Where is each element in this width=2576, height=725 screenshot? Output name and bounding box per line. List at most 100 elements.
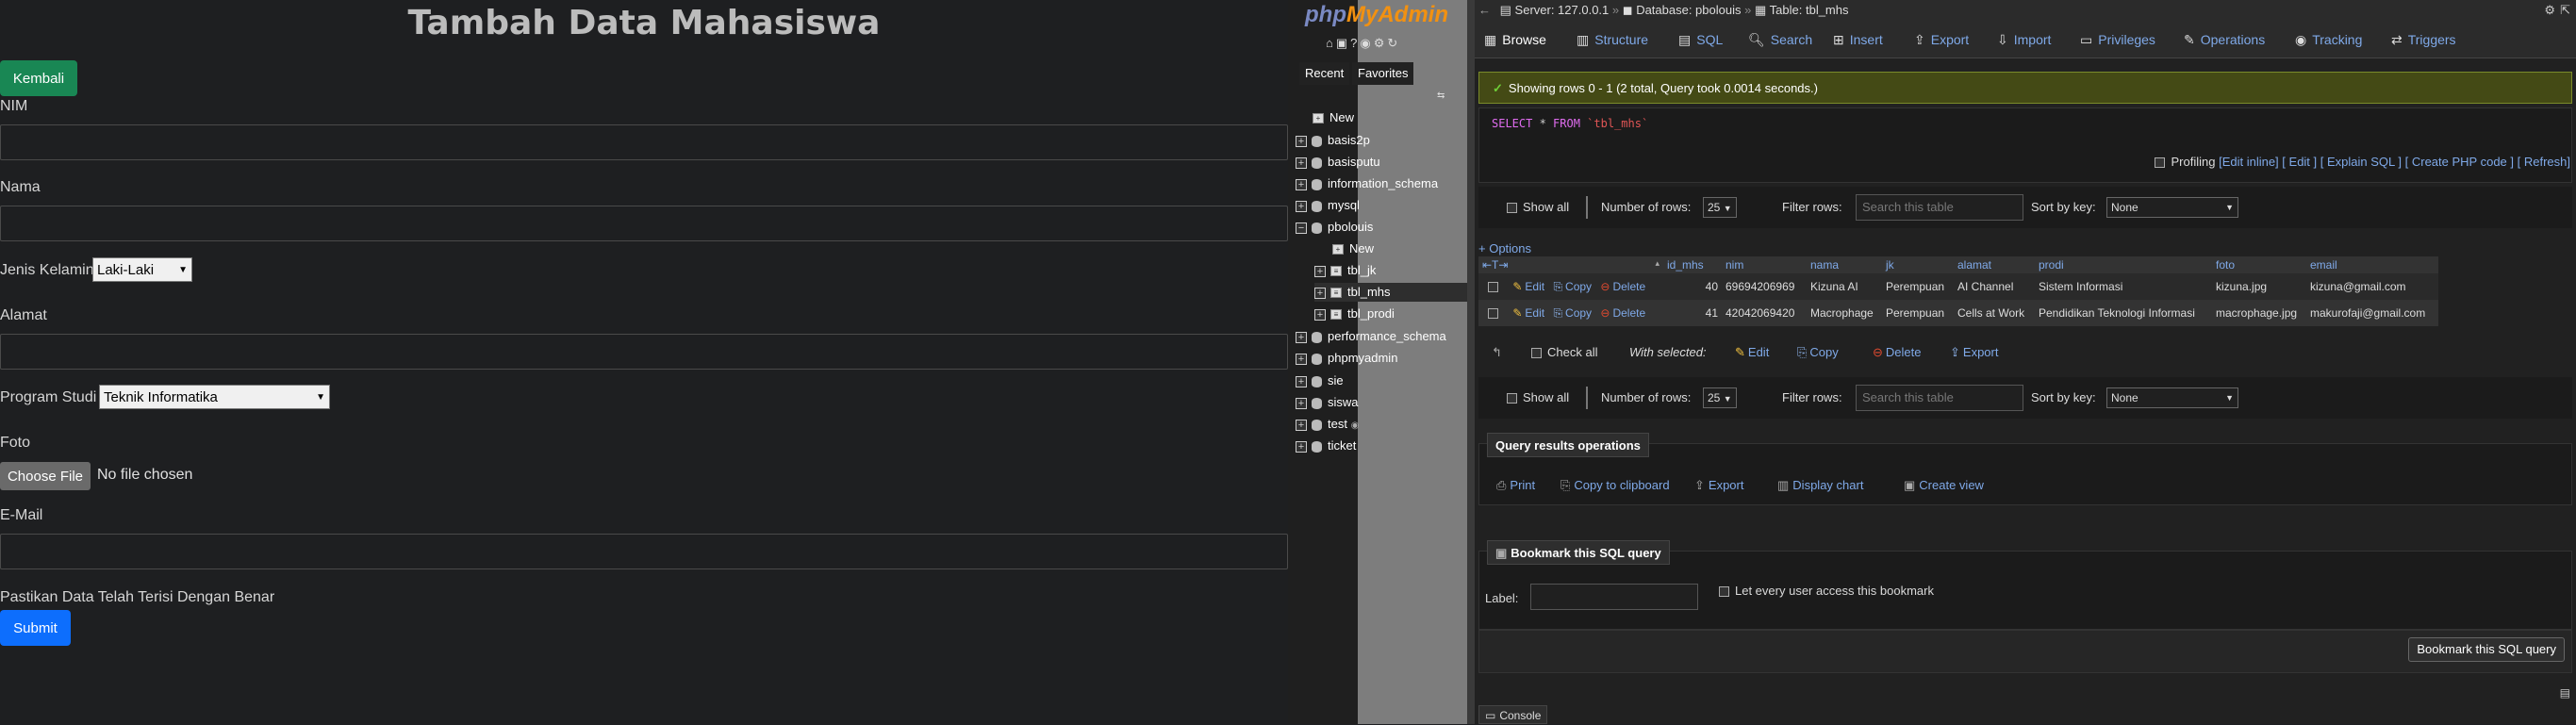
tab-search[interactable]: 🔍︎ Search [1748, 28, 1812, 51]
tree-db-mysql[interactable]: + mysql [1296, 196, 1360, 215]
tab-privileges[interactable]: ▭ Privileges [2080, 28, 2155, 51]
tree-db-basisputu[interactable]: + basisputu [1296, 153, 1380, 172]
breadcrumb-table[interactable]: Table: tbl_mhs [1770, 3, 1849, 17]
reload-icon[interactable]: ↻ [1387, 36, 1400, 50]
options-toggle[interactable]: + Options [1478, 241, 1531, 255]
expand-icon[interactable]: + [1296, 353, 1307, 365]
refresh-link[interactable]: [ Refresh] [2518, 155, 2570, 169]
cell-foto[interactable]: kizuna.jpg [2212, 273, 2306, 300]
cell-alamat[interactable]: Cells at Work [1954, 300, 2035, 326]
help-icon[interactable]: ? [1350, 36, 1360, 50]
collapse-icon[interactable]: ⇱ [2560, 0, 2570, 21]
tab-tracking[interactable]: ◉ Tracking [2295, 28, 2362, 51]
docs-icon[interactable]: ◉ [1360, 36, 1373, 50]
row-copy-link[interactable]: ⎘ Copy [1553, 280, 1592, 293]
bookmark-label-input[interactable] [1530, 584, 1698, 610]
filter-rows-input[interactable]: Search this table [1856, 194, 2023, 221]
copy-to-clipboard-link[interactable]: ⎘ Copy to clipboard [1560, 478, 1670, 493]
tree-db-phpmyadmin[interactable]: + phpmyadmin [1296, 349, 1397, 368]
breadcrumb-server[interactable]: Server: 127.0.0.1 [1515, 3, 1610, 17]
tab-operations[interactable]: ✎ Operations [2184, 28, 2265, 51]
tab-recent[interactable]: Recent [1299, 62, 1350, 85]
breadcrumb-database[interactable]: Database: pbolouis [1636, 3, 1741, 17]
row-edit-link[interactable]: ✎ Edit [1512, 280, 1544, 293]
cell-nama[interactable]: Kizuna AI [1807, 273, 1882, 300]
show-all-checkbox[interactable] [1507, 393, 1517, 404]
expand-icon[interactable]: + [1296, 135, 1307, 147]
rows-per-page-select[interactable]: 25 ▼ [1703, 197, 1737, 218]
tree-db-ticket[interactable]: + ticket [1296, 437, 1356, 455]
bulk-delete-button[interactable]: ⊖ Delete [1873, 345, 1921, 360]
tree-db-test[interactable]: + test ◉ [1296, 415, 1359, 434]
console-toggle[interactable]: ▭ Console [1478, 705, 1548, 724]
row-checkbox[interactable] [1488, 281, 1498, 292]
bulk-copy-button[interactable]: ⎘ Copy [1797, 345, 1839, 360]
expand-icon[interactable]: + [1296, 419, 1307, 431]
cell-jk[interactable]: Perempuan [1882, 273, 1954, 300]
display-chart-link[interactable]: ▥ Display chart [1777, 478, 1863, 493]
phpmyadmin-logo[interactable]: phpMyAdmin [1305, 2, 1448, 28]
column-sort-toggle[interactable]: ⇤T⇥ ▴ [1478, 256, 1663, 273]
expand-icon[interactable]: + [1296, 200, 1307, 212]
cell-id-mhs[interactable]: 40 [1663, 273, 1722, 300]
submit-button[interactable]: Submit [0, 610, 71, 646]
back-button[interactable]: Kembali [0, 60, 77, 96]
rows-per-page-select[interactable]: 25 ▼ [1703, 387, 1737, 408]
tree-new-table[interactable]: + New [1332, 239, 1374, 258]
prodi-select[interactable]: Teknik Informatika ▼ [99, 385, 330, 409]
expand-icon[interactable]: + [1314, 308, 1326, 321]
column-header[interactable]: prodi [2035, 256, 2212, 273]
tree-table-tbl-mhs[interactable]: + ≡ tbl_mhs [1314, 283, 1473, 302]
nim-input[interactable] [0, 124, 1288, 160]
cell-nama[interactable]: Macrophage [1807, 300, 1882, 326]
cell-jk[interactable]: Perempuan [1882, 300, 1954, 326]
row-edit-link[interactable]: ✎ Edit [1512, 306, 1544, 320]
collapse-all-icon[interactable]: ⇆ [1437, 91, 1445, 101]
email-input[interactable] [0, 534, 1288, 569]
tab-browse[interactable]: ▦ Browse [1484, 28, 1546, 51]
row-copy-link[interactable]: ⎘ Copy [1553, 306, 1592, 320]
column-header[interactable]: foto [2212, 256, 2306, 273]
check-all-checkbox[interactable] [1531, 348, 1542, 359]
profiling-checkbox[interactable] [2155, 157, 2166, 169]
sort-by-key-select[interactable]: None ▼ [2106, 197, 2238, 218]
settings-icon[interactable]: ⚙ [1374, 36, 1388, 50]
cell-alamat[interactable]: AI Channel [1954, 273, 2035, 300]
expand-icon[interactable]: + [1296, 375, 1307, 387]
expand-icon[interactable]: + [1314, 287, 1326, 299]
row-checkbox[interactable] [1488, 307, 1498, 319]
bookmark-submit-button[interactable]: Bookmark this SQL query [2408, 637, 2565, 662]
gender-select[interactable]: Laki-Laki ▼ [92, 257, 192, 282]
tree-table-tbl-prodi[interactable]: + ≡ tbl_prodi [1314, 305, 1395, 323]
explain-sql-link[interactable]: [ Explain SQL ] [2320, 155, 2402, 169]
show-all-toggle[interactable]: Show all [1507, 390, 1569, 404]
bulk-edit-button[interactable]: ✎ Edit [1735, 345, 1769, 360]
expand-icon[interactable]: + [1296, 397, 1307, 409]
expand-icon[interactable]: + [1314, 265, 1326, 277]
export-link[interactable]: ⇪ Export [1694, 478, 1743, 493]
tab-import[interactable]: ⇩ Import [1997, 28, 2051, 51]
column-header[interactable]: nama [1807, 256, 1882, 273]
cell-prodi[interactable]: Pendidikan Teknologi Informasi [2035, 300, 2212, 326]
bookmark-public-checkbox[interactable] [1719, 586, 1729, 598]
tree-db-siswa[interactable]: + siswa [1296, 393, 1359, 412]
sort-by-key-select[interactable]: None ▼ [2106, 387, 2238, 408]
column-header[interactable]: nim [1722, 256, 1807, 273]
print-link[interactable]: ⎙ Print [1496, 478, 1535, 493]
tab-export[interactable]: ⇪ Export [1914, 28, 1969, 51]
page-settings-icon[interactable]: ▤ [2560, 686, 2570, 700]
tab-triggers[interactable]: ⇄ Triggers [2391, 28, 2456, 51]
column-header[interactable]: jk [1882, 256, 1954, 273]
expand-icon[interactable]: + [1296, 178, 1307, 190]
row-delete-link[interactable]: ⊖ Delete [1600, 280, 1645, 293]
tree-db-performance-schema[interactable]: + performance_schema [1296, 327, 1446, 346]
tree-db-basis2p[interactable]: + basis2p [1296, 131, 1370, 150]
cell-foto[interactable]: macrophage.jpg [2212, 300, 2306, 326]
tree-db-information-schema[interactable]: + information_schema [1296, 174, 1438, 193]
home-icon[interactable]: ⌂ [1326, 36, 1336, 50]
sql-query-text[interactable]: SELECT * FROM `tbl_mhs` [1492, 117, 1648, 130]
eye-icon[interactable]: ◉ [1351, 420, 1360, 431]
show-all-checkbox[interactable] [1507, 203, 1517, 214]
expand-icon[interactable]: + [1296, 440, 1307, 453]
filter-rows-input[interactable]: Search this table [1856, 385, 2023, 411]
